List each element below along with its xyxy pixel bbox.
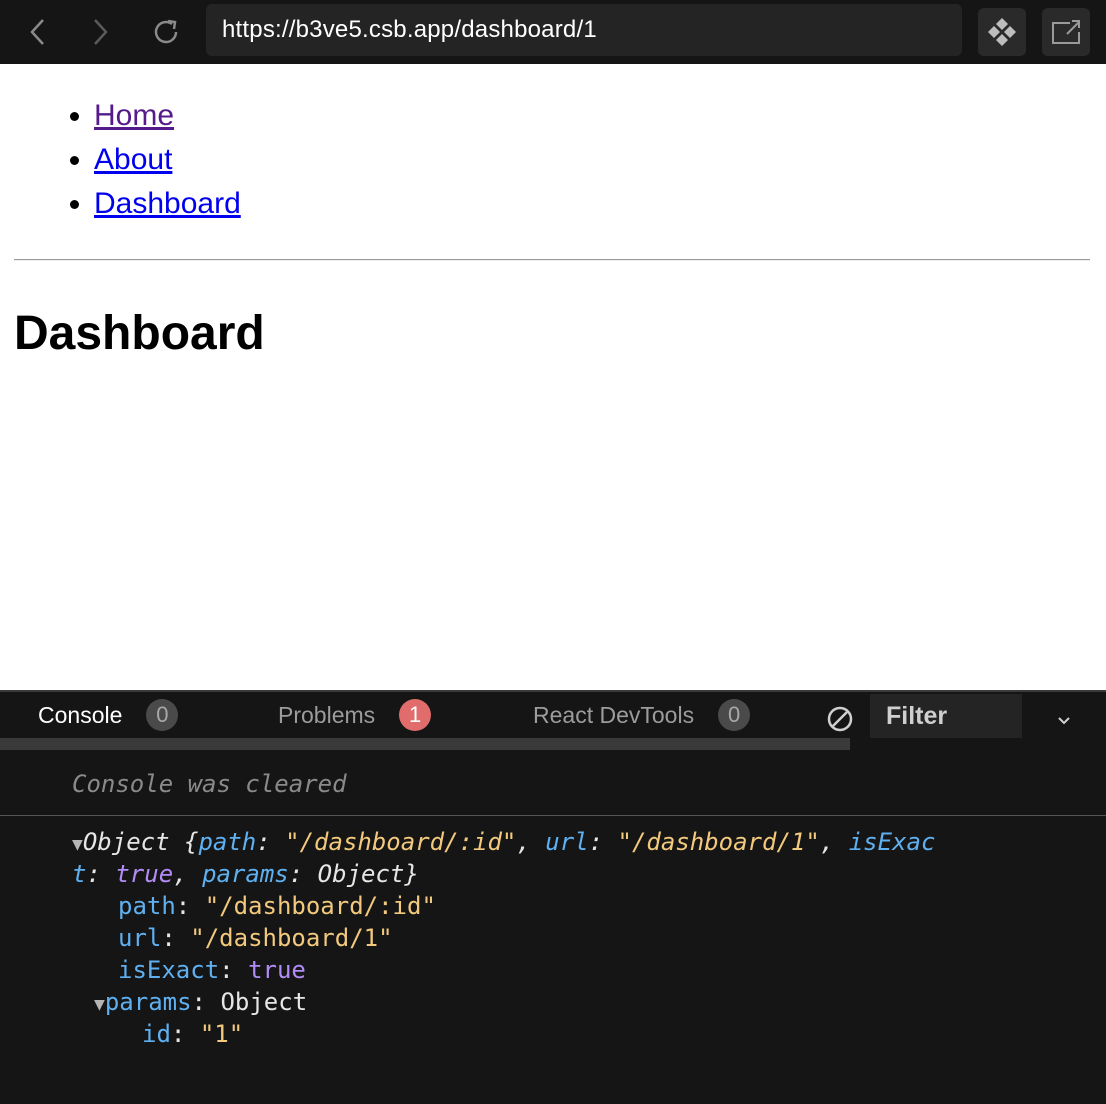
log-value: true <box>248 956 306 984</box>
url-bar[interactable]: https://b3ve5.csb.app/dashboard/1 <box>206 4 962 56</box>
log-key: isExac <box>848 828 936 856</box>
tab-console-label: Console <box>38 701 123 728</box>
console-divider <box>0 815 1106 816</box>
page-title: Dashboard <box>14 307 265 360</box>
url-text: https://b3ve5.csb.app/dashboard/1 <box>222 16 597 43</box>
chevron-right-icon <box>94 19 108 45</box>
tab-console[interactable]: Console 0 <box>38 692 179 738</box>
log-object-summary[interactable]: ▼Object {path: "/dashboard/:id", url: "/… <box>72 828 935 856</box>
console-count-badge: 0 <box>146 699 179 731</box>
log-prop-id: id: "1" <box>142 1020 244 1048</box>
log-key: isExact <box>118 956 220 984</box>
log-key: path <box>118 892 176 920</box>
log-value: true <box>115 860 174 888</box>
open-in-new-window-icon <box>1052 20 1080 44</box>
devtools-count-badge: 0 <box>718 699 751 731</box>
reload-button[interactable] <box>146 12 186 52</box>
log-key: id <box>142 1020 171 1048</box>
log-value: "1" <box>199 1020 244 1048</box>
log-value: "/dashboard/1" <box>190 924 393 952</box>
tab-react-devtools[interactable]: React DevTools 0 <box>533 692 751 738</box>
log-type: Object <box>82 828 170 856</box>
log-prop-isexact: isExact: true <box>118 956 306 984</box>
tab-problems[interactable]: Problems 1 <box>278 692 432 738</box>
chevron-down-icon[interactable] <box>1054 710 1074 730</box>
nav-link-about[interactable]: About <box>94 143 172 176</box>
log-value: Object <box>220 988 308 1016</box>
diamond-grid-icon <box>988 18 1016 46</box>
reload-icon <box>154 19 178 44</box>
console-cleared-message: Console was cleared <box>72 770 347 798</box>
log-value: "/dashboard/1" <box>617 828 820 856</box>
divider <box>14 259 1090 261</box>
problems-count-badge: 1 <box>399 699 432 731</box>
log-prop-url: url: "/dashboard/1" <box>118 924 393 952</box>
log-key: t <box>72 860 87 888</box>
log-object-summary-cont: t: true, params: Object} <box>72 860 419 888</box>
nav-link-home[interactable]: Home <box>94 99 174 132</box>
log-value: "/dashboard/:id" <box>204 892 436 920</box>
nav-list: Home About Dashboard <box>46 94 241 226</box>
log-prop-params[interactable]: ▼params: Object <box>94 988 307 1016</box>
log-value: "/dashboard/:id" <box>285 828 517 856</box>
log-prop-path: path: "/dashboard/:id" <box>118 892 436 920</box>
filter-input[interactable] <box>870 694 1022 738</box>
expand-triangle-icon[interactable]: ▼ <box>94 994 105 1015</box>
nav-item-home: Home <box>94 94 241 138</box>
log-key: path <box>198 828 257 856</box>
extension-button[interactable] <box>978 8 1026 56</box>
browser-toolbar: https://b3ve5.csb.app/dashboard/1 <box>0 0 1106 64</box>
nav-item-dashboard: Dashboard <box>94 182 241 226</box>
log-key: params <box>202 860 289 888</box>
chevron-left-icon <box>30 19 44 45</box>
back-button[interactable] <box>18 12 58 52</box>
nav-link-dashboard[interactable]: Dashboard <box>94 187 241 220</box>
open-external-button[interactable] <box>1042 8 1090 56</box>
log-key: params <box>104 988 192 1016</box>
nav-item-about: About <box>94 138 241 182</box>
clear-console-icon[interactable] <box>825 704 855 734</box>
forward-button[interactable] <box>80 12 120 52</box>
tab-problems-label: Problems <box>278 701 376 728</box>
log-value: Object <box>317 860 405 888</box>
console-panel: Console 0 Problems 1 React DevTools 0 Co… <box>0 690 1106 1104</box>
expand-triangle-icon[interactable]: ▼ <box>72 834 83 855</box>
tab-scrollbar[interactable] <box>0 738 850 750</box>
log-key: url <box>545 828 589 856</box>
tab-react-devtools-label: React DevTools <box>533 701 695 728</box>
log-key: url <box>118 924 162 952</box>
